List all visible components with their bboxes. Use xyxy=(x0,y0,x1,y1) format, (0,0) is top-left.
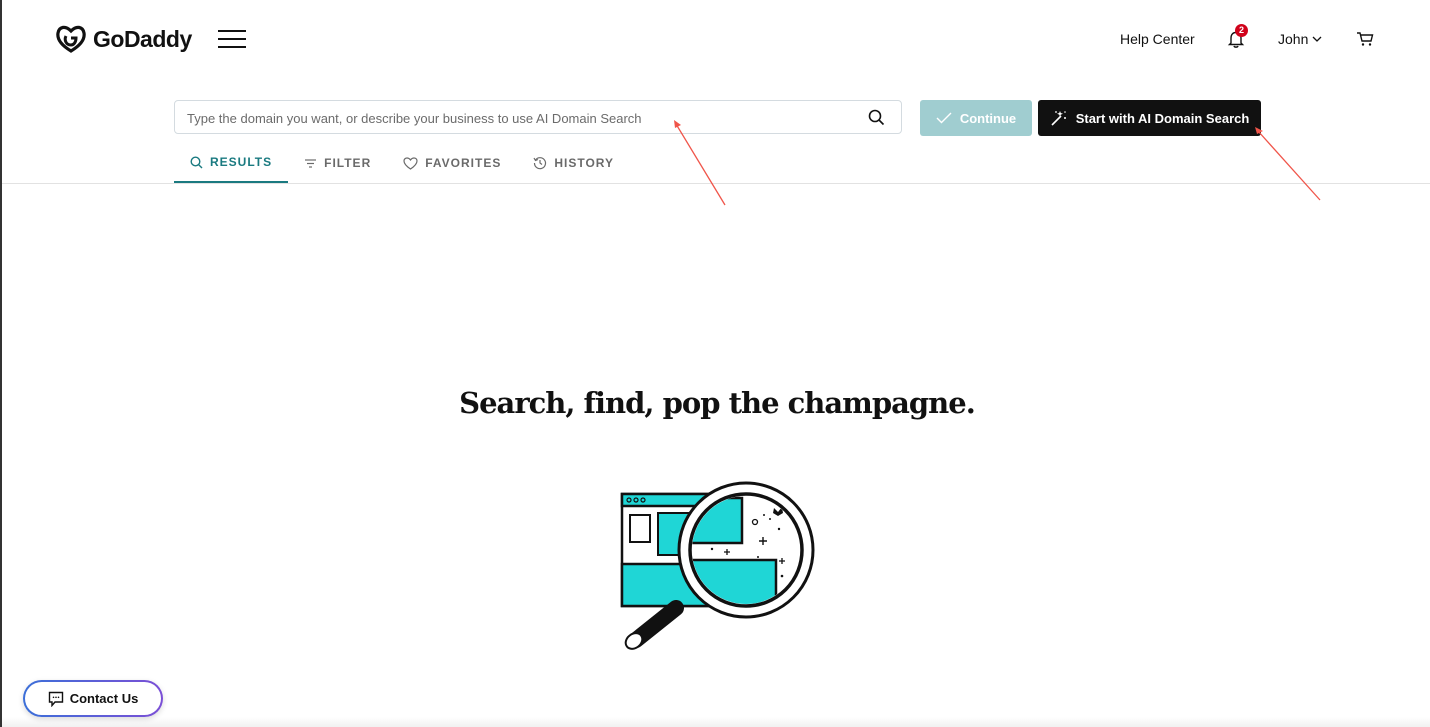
tab-history[interactable]: HISTORY xyxy=(517,143,630,183)
bottom-shade xyxy=(2,717,1430,727)
user-menu[interactable]: John xyxy=(1278,31,1322,47)
chat-icon xyxy=(48,691,63,707)
annotation-arrow-search xyxy=(675,123,726,206)
ai-search-label: Start with AI Domain Search xyxy=(1075,110,1250,126)
tab-label: HISTORY xyxy=(554,156,615,170)
ai-domain-search-button[interactable]: Start with AI Domain Search xyxy=(1038,100,1261,136)
user-name: John xyxy=(1278,31,1309,47)
tab-label: FAVORITES xyxy=(425,156,502,170)
domain-search-input[interactable] xyxy=(185,101,849,135)
annotation-arrow-ai-button xyxy=(1257,130,1321,201)
tab-label: FILTER xyxy=(324,156,372,170)
header-divider xyxy=(2,183,1430,184)
cart-icon[interactable] xyxy=(1356,31,1374,47)
empty-state-headline: Search, find, pop the champagne. xyxy=(459,386,976,420)
results-tabs: RESULTS FILTER FAVORITES HISTORY xyxy=(174,143,630,183)
contact-us-button[interactable]: Contact Us xyxy=(23,680,163,717)
tab-filter[interactable]: FILTER xyxy=(288,143,387,183)
godaddy-heart-icon xyxy=(56,25,86,53)
contact-us-label: Contact Us xyxy=(69,691,139,706)
tab-favorites[interactable]: FAVORITES xyxy=(387,143,517,183)
help-center-link[interactable]: Help Center xyxy=(1120,31,1195,47)
logo-text: GoDaddy xyxy=(93,25,192,52)
checkmark-icon xyxy=(936,112,952,124)
domain-search-field[interactable] xyxy=(174,100,902,135)
magic-wand-icon xyxy=(1051,111,1066,126)
tab-results[interactable]: RESULTS xyxy=(174,143,289,183)
search-icon xyxy=(190,155,203,168)
tab-label: RESULTS xyxy=(210,155,273,169)
continue-label: Continue xyxy=(959,110,1017,126)
heart-icon xyxy=(403,156,418,170)
search-icon[interactable] xyxy=(868,109,885,126)
filter-icon xyxy=(305,158,317,168)
history-icon xyxy=(533,157,547,170)
continue-button[interactable]: Continue xyxy=(920,100,1032,136)
top-header: GoDaddy Help Center 2 John xyxy=(2,0,1430,80)
notification-badge: 2 xyxy=(1235,24,1248,37)
menu-button[interactable] xyxy=(218,30,246,48)
chevron-down-icon xyxy=(1312,36,1322,42)
godaddy-logo[interactable]: GoDaddy xyxy=(55,24,192,54)
magnifier-illustration-icon xyxy=(620,481,815,650)
